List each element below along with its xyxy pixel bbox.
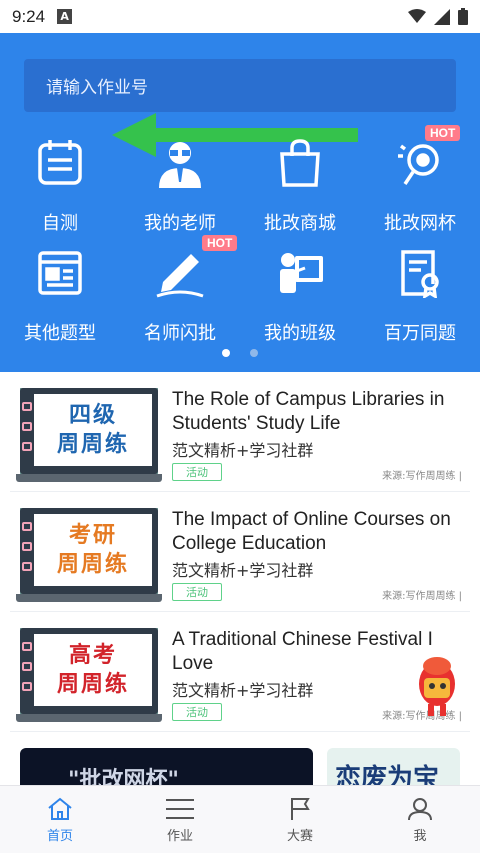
grid-item-review-mall[interactable]: 批改商城 (240, 131, 360, 241)
hot-badge: HOT (425, 125, 461, 141)
carousel-dot-active[interactable] (222, 349, 230, 357)
grid-item-million-same-topic[interactable]: 百万同题 (360, 241, 480, 351)
tab-homework[interactable]: 作业 (120, 786, 240, 853)
wifi-icon (408, 9, 426, 23)
document-icon (34, 247, 86, 299)
homework-number-search[interactable]: 请输入作业号 (24, 59, 456, 112)
notification-icon: A (57, 9, 73, 24)
trophy-icon (394, 137, 446, 189)
grid-item-other-question-types[interactable]: 其他题型 (0, 241, 120, 351)
article-thumbnail: 考研 周周练 (16, 508, 162, 602)
search-placeholder: 请输入作业号 (46, 78, 148, 98)
grid-item-review-cup[interactable]: HOT 批改网杯 (360, 125, 480, 241)
article-subtitle: 范文精析+学习社群 (172, 561, 314, 580)
grid-label: 其他题型 (24, 323, 96, 344)
hot-badge: HOT (202, 235, 238, 251)
article-card[interactable]: 高考 周周练 A Traditional Chinese Festival I … (10, 612, 470, 732)
hero-panel: 请输入作业号 自测 我的老师 批改商城 HOT 批改网杯 其他题型 HOT 名师… (0, 33, 480, 372)
grid-item-my-teacher[interactable]: 我的老师 (120, 131, 240, 241)
red-envelope-mascot-icon[interactable] (414, 654, 460, 720)
article-card[interactable]: 考研 周周练 The Impact of Online Courses on C… (10, 492, 470, 612)
article-source: 来源:写作周周练 | (382, 591, 462, 602)
article-subtitle: 范文精析+学习社群 (172, 681, 314, 700)
carousel-dot[interactable] (250, 349, 258, 357)
activity-tag: 活动 (172, 583, 222, 601)
article-thumbnail: 高考 周周练 (16, 628, 162, 722)
user-icon (408, 798, 432, 821)
home-icon (48, 797, 72, 820)
tab-label: 大赛 (286, 829, 313, 844)
activity-tag: 活动 (172, 703, 222, 721)
pen-icon (154, 247, 206, 299)
grid-item-my-class[interactable]: 我的班级 (240, 241, 360, 351)
activity-tag: 活动 (172, 463, 222, 481)
article-card[interactable]: 四级 周周练 The Role of Campus Libraries in S… (10, 372, 470, 492)
tab-competition[interactable]: 大赛 (240, 786, 360, 853)
teacher-icon (154, 137, 206, 189)
thumb-text-line1: 考研 (68, 523, 117, 548)
tab-me[interactable]: 我 (360, 786, 480, 853)
article-feed: 四级 周周练 The Role of Campus Libraries in S… (0, 372, 480, 785)
carousel-indicator (0, 349, 480, 357)
signal-icon (434, 8, 450, 25)
grid-item-master-flash-review[interactable]: HOT 名师闪批 (120, 235, 240, 351)
grid-label: 我的班级 (264, 323, 336, 344)
grid-label: 批改商城 (264, 213, 336, 234)
bottom-tab-bar: 首页 作业 大赛 我 (0, 785, 480, 853)
grid-label: 我的老师 (144, 213, 216, 234)
menu-icon (166, 799, 194, 819)
thumb-text-line1: 四级 (68, 403, 117, 428)
tab-label: 首页 (46, 829, 73, 844)
grid-label: 自测 (42, 213, 78, 234)
article-title[interactable]: The Role of Campus Libraries in Students… (172, 388, 468, 436)
status-time: 9:24 (12, 6, 46, 26)
promo-banner-right[interactable]: 恋废为宝 (327, 748, 460, 788)
tab-label: 我 (413, 829, 427, 844)
article-subtitle: 范文精析+学习社群 (172, 441, 314, 460)
clipboard-icon (34, 137, 86, 189)
shopping-bag-icon (274, 137, 326, 189)
article-title[interactable]: The Impact of Online Courses on College … (172, 508, 468, 556)
thumb-text-line2: 周周练 (56, 672, 129, 697)
status-bar: 9:24 A (0, 0, 480, 33)
thumb-text-line2: 周周练 (56, 432, 129, 457)
class-board-icon (274, 247, 326, 299)
tab-label: 作业 (166, 829, 193, 844)
tab-home[interactable]: 首页 (0, 786, 120, 853)
grid-label: 名师闪批 (144, 323, 216, 344)
flag-icon (291, 798, 310, 820)
battery-icon (458, 8, 468, 25)
feature-grid: 自测 我的老师 批改商城 HOT 批改网杯 其他题型 HOT 名师闪批 我的班级… (0, 125, 480, 351)
status-indicators (408, 8, 468, 25)
article-thumbnail: 四级 周周练 (16, 388, 162, 482)
grid-label: 百万同题 (384, 323, 456, 344)
thumb-text-line1: 高考 (68, 643, 117, 668)
grid-label: 批改网杯 (384, 213, 456, 234)
certificate-icon (394, 247, 446, 299)
grid-item-self-test[interactable]: 自测 (0, 131, 120, 241)
promo-banner-left[interactable]: "批改网杯" (20, 748, 313, 788)
article-source: 来源:写作周周练 | (382, 471, 462, 482)
thumb-text-line2: 周周练 (56, 552, 129, 577)
